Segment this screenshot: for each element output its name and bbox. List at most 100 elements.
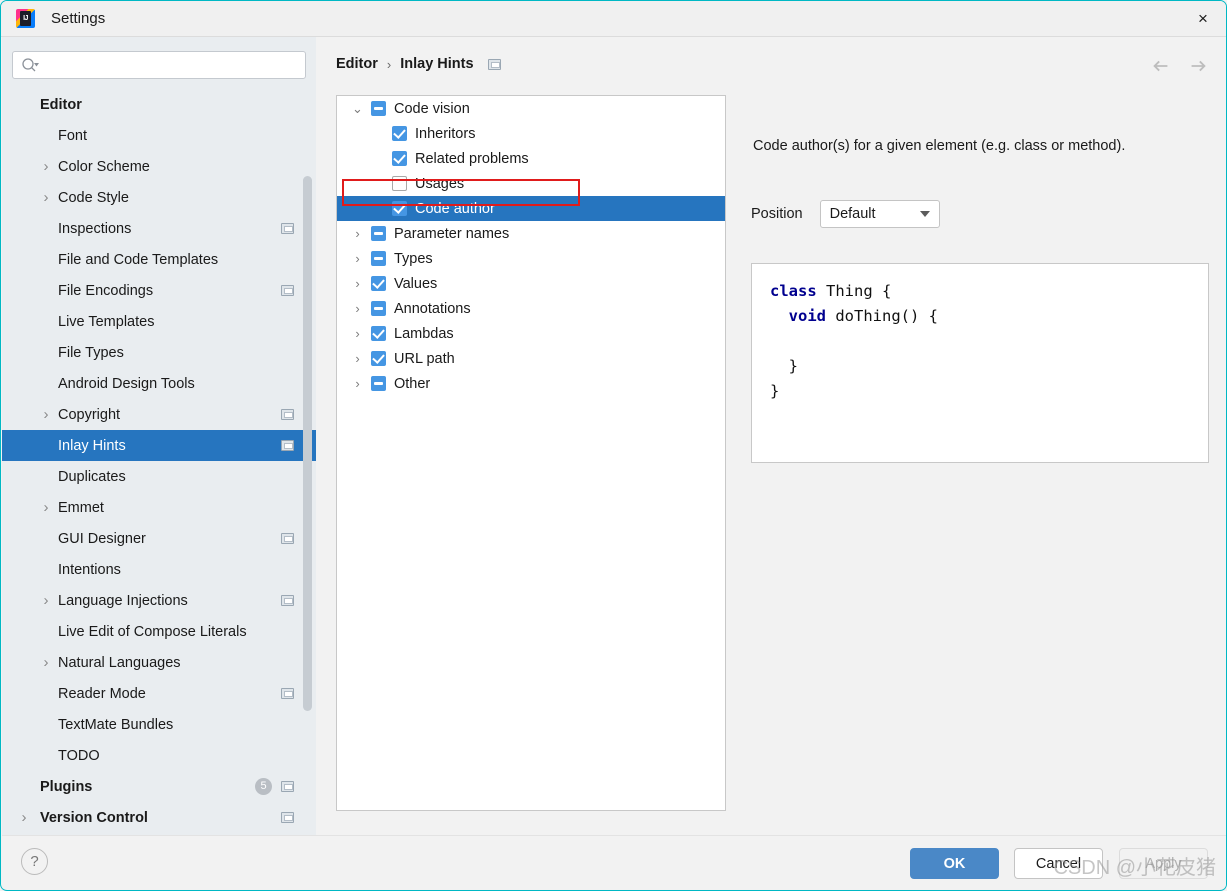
chevron-right-icon[interactable]: › [40,189,52,206]
sidebar-item-file-and-code-templates[interactable]: File and Code Templates [2,244,316,275]
breadcrumb: Editor › Inlay Hints [336,56,501,72]
sidebar-item-live-templates[interactable]: Live Templates [2,306,316,337]
sidebar-item-plugins[interactable]: Plugins 5 [2,771,316,802]
hint-row-label: Annotations [394,300,471,317]
sidebar-item-label: Inlay Hints [58,437,126,454]
breadcrumb-parent[interactable]: Editor [336,56,378,72]
hint-row-lambdas[interactable]: › Lambdas [337,321,725,346]
chevron-right-icon[interactable]: › [18,809,30,826]
chevron-right-icon[interactable]: › [40,406,52,423]
checkbox-checked[interactable] [392,201,407,216]
checkbox-indeterminate[interactable] [371,101,386,116]
code-line: } [770,354,1190,379]
forward-arrow-icon[interactable] [1186,54,1210,78]
hint-row-usages[interactable]: Usages [337,171,725,196]
sidebar-item-duplicates[interactable]: Duplicates [2,461,316,492]
sidebar-item-label: TextMate Bundles [58,716,174,733]
sidebar-item-live-edit-of-compose-literals[interactable]: Live Edit of Compose Literals [2,616,316,647]
help-icon[interactable]: ? [21,848,48,875]
sidebar-item-reader-mode[interactable]: Reader Mode [2,678,316,709]
chevron-right-icon[interactable]: › [40,499,52,516]
sidebar-item-textmate-bundles[interactable]: TextMate Bundles [2,709,316,740]
chevron-right-icon[interactable]: › [351,376,364,391]
sidebar-item-editor[interactable]: Editor [2,89,316,120]
intellij-logo-icon: IJ [16,9,35,28]
hint-row-annotations[interactable]: › Annotations [337,296,725,321]
checkbox-indeterminate[interactable] [371,226,386,241]
checkbox-indeterminate[interactable] [371,251,386,266]
sidebar-item-label: Reader Mode [58,685,146,702]
search-input[interactable] [43,57,297,73]
code-text: } [770,357,798,375]
chevron-right-icon[interactable]: › [351,276,364,291]
apply-button[interactable]: Apply [1119,848,1208,879]
checkbox-checked[interactable] [371,326,386,341]
project-level-badge-icon [281,223,294,234]
code-line: } [770,379,1190,404]
back-arrow-icon[interactable] [1149,54,1173,78]
sidebar-item-label: TODO [58,747,100,764]
chevron-right-icon[interactable]: › [351,251,364,266]
ok-button[interactable]: OK [910,848,999,879]
sidebar-item-language-injections[interactable]: › Language Injections [2,585,316,616]
hint-row-related-problems[interactable]: Related problems [337,146,725,171]
cancel-button[interactable]: Cancel [1014,848,1103,879]
code-preview: class Thing { void doThing() { }} [751,263,1209,463]
position-dropdown[interactable]: Default [819,200,940,228]
chevron-right-icon[interactable]: › [351,326,364,341]
hint-row-label: Lambdas [394,325,454,342]
hint-row-label: Usages [415,175,465,192]
hint-row-code-vision[interactable]: ⌄ Code vision [337,96,725,121]
chevron-right-icon[interactable]: › [40,592,52,609]
sidebar-item-label: Copyright [58,406,121,423]
sidebar-item-color-scheme[interactable]: › Color Scheme [2,151,316,182]
sidebar-item-label: Color Scheme [58,158,150,175]
sidebar-item-version-control[interactable]: › Version Control [2,802,316,833]
sidebar-item-copyright[interactable]: › Copyright [2,399,316,430]
sidebar-item-label: Duplicates [58,468,126,485]
sidebar-item-inlay-hints[interactable]: Inlay Hints [2,430,316,461]
sidebar-item-gui-designer[interactable]: GUI Designer [2,523,316,554]
hint-row-inheritors[interactable]: Inheritors [337,121,725,146]
checkbox-unchecked[interactable] [392,176,407,191]
settings-sidebar: Editor Font › Color Scheme › Code Style Inspec… [2,37,316,837]
sidebar-item-label: File Types [58,344,124,361]
sidebar-item-emmet[interactable]: › Emmet [2,492,316,523]
position-row: Position Default [751,200,940,228]
sidebar-scrollbar[interactable] [303,176,312,711]
sidebar-item-inspections[interactable]: Inspections [2,213,316,244]
close-icon[interactable]: × [1180,1,1226,36]
checkbox-indeterminate[interactable] [371,376,386,391]
hint-row-types[interactable]: › Types [337,246,725,271]
chevron-right-icon[interactable]: › [351,351,364,366]
hint-row-label: Code author [415,200,495,217]
sidebar-item-android-design-tools[interactable]: Android Design Tools [2,368,316,399]
chevron-right-icon[interactable]: › [40,654,52,671]
hint-row-label: Types [394,250,433,267]
checkbox-indeterminate[interactable] [371,301,386,316]
chevron-down-icon[interactable]: ⌄ [351,101,364,116]
chevron-right-icon[interactable]: › [351,301,364,316]
sidebar-item-code-style[interactable]: › Code Style [2,182,316,213]
sidebar-item-font[interactable]: Font [2,120,316,151]
checkbox-checked[interactable] [392,126,407,141]
chevron-right-icon[interactable]: › [351,226,364,241]
hint-row-values[interactable]: › Values [337,271,725,296]
chevron-right-icon[interactable]: › [40,158,52,175]
hint-row-url-path[interactable]: › URL path [337,346,725,371]
checkbox-checked[interactable] [371,276,386,291]
sidebar-item-intentions[interactable]: Intentions [2,554,316,585]
sidebar-item-label: Version Control [40,809,148,826]
sidebar-item-file-encodings[interactable]: File Encodings [2,275,316,306]
sidebar-item-file-types[interactable]: File Types [2,337,316,368]
sidebar-item-todo[interactable]: TODO [2,740,316,771]
hint-row-parameter-names[interactable]: › Parameter names [337,221,725,246]
sidebar-item-natural-languages[interactable]: › Natural Languages [2,647,316,678]
checkbox-checked[interactable] [371,351,386,366]
hint-row-code-author[interactable]: Code author [337,196,725,221]
hint-row-other[interactable]: › Other [337,371,725,396]
search-box[interactable] [12,51,306,79]
checkbox-checked[interactable] [392,151,407,166]
inlay-hints-tree[interactable]: ⌄ Code vision Inheritors Related problems Us… [336,95,726,811]
